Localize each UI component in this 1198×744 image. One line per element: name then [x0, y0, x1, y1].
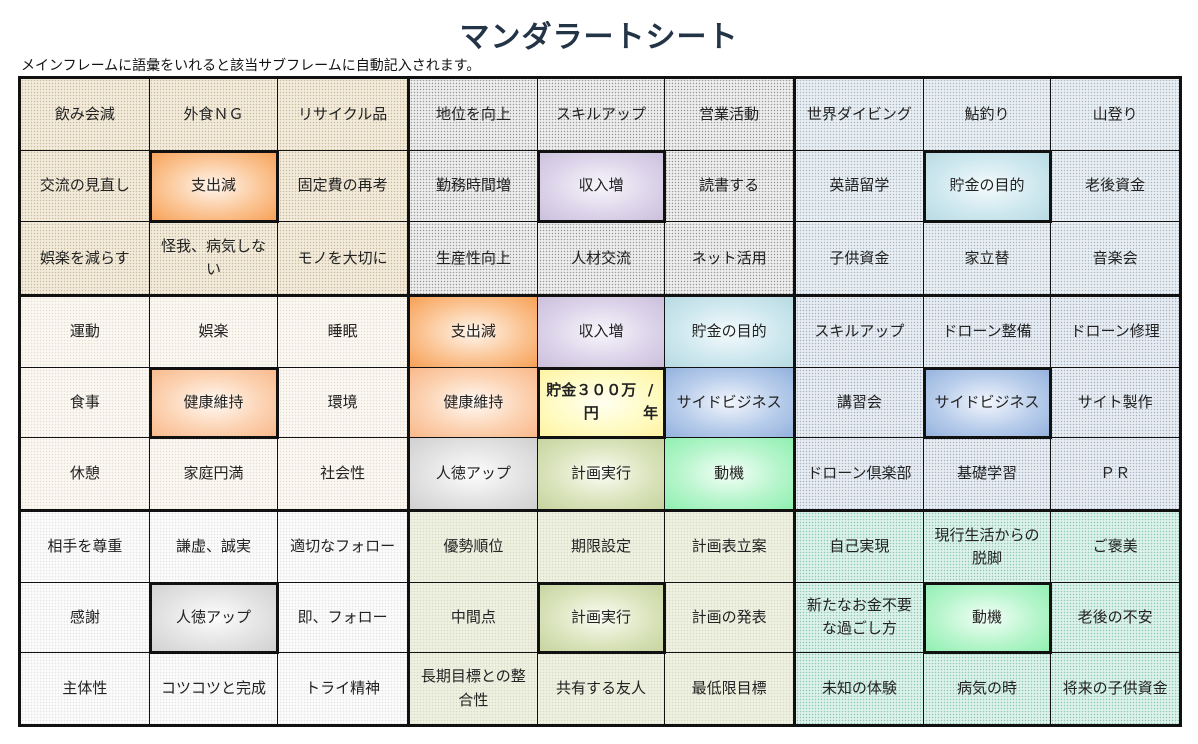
idea-cell[interactable]: 休憩 [21, 438, 150, 509]
idea-cell[interactable]: 新たなお金不要な過ごし方 [796, 582, 924, 654]
idea-cell[interactable]: 講習会 [796, 367, 924, 439]
instruction-text: メインフレームに語彙をいれると該当サブフレームに自動記入されます。 [21, 58, 481, 74]
idea-cell[interactable]: 老後の不安 [1051, 583, 1179, 654]
idea-cell[interactable]: 適切なフォロー [278, 512, 407, 583]
theme-cell[interactable]: 動機 [922, 581, 1053, 655]
idea-cell[interactable]: 生産性向上 [410, 222, 538, 294]
idea-cell[interactable]: モノを大切に [278, 222, 407, 294]
page-title: マンダラートシート [459, 20, 739, 55]
idea-cell[interactable]: 地位を向上 [410, 79, 538, 151]
idea-cell[interactable]: 怪我、病気しない [150, 222, 279, 294]
idea-cell[interactable]: 主体性 [21, 653, 150, 724]
idea-cell[interactable]: 人材交流 [538, 222, 666, 294]
idea-cell[interactable]: 子供資金 [796, 222, 924, 294]
idea-cell[interactable]: 英語留学 [796, 150, 924, 223]
idea-cell[interactable]: 優勢順位 [410, 512, 538, 583]
block-savings-purpose: 世界ダイビング 鮎釣り 山登り英語留学 貯金の目的 老後資金子供資金 家立替 音楽会 [793, 79, 1179, 294]
block-income-increase: 地位を向上 スキルアップ 営業活動勤務時間増 収入増 読書する生産性向上 人材交流 ネット活… [407, 79, 793, 294]
idea-cell[interactable]: ＰＲ [1051, 438, 1179, 509]
theme-cell[interactable]: 計画実行 [536, 581, 667, 655]
idea-cell[interactable]: 営業活動 [665, 79, 793, 151]
theme-cell[interactable]: 人徳アップ [148, 581, 280, 655]
idea-cell[interactable]: 中間点 [410, 582, 538, 654]
idea-cell[interactable]: 計画実行 [537, 438, 666, 509]
idea-cell[interactable]: 人徳アップ [410, 438, 538, 509]
idea-cell[interactable]: 動機 [665, 438, 793, 509]
idea-cell[interactable]: 健康維持 [410, 367, 538, 439]
idea-cell[interactable]: ドローン修理 [1051, 297, 1179, 368]
idea-cell[interactable]: ネット活用 [665, 222, 793, 294]
idea-cell[interactable]: サイドビジネス [665, 367, 793, 439]
idea-cell[interactable]: 収入増 [537, 297, 666, 368]
block-plan-execution: 優勢順位 期限設定 計画表立案中間点 計画実行 計画の発表長期目標との整合性 共有する友人… [407, 509, 793, 724]
idea-cell[interactable]: 貯金の目的 [665, 297, 793, 368]
idea-cell[interactable]: 現行生活からの脱脚 [923, 512, 1052, 583]
idea-cell[interactable]: 相手を尊重 [21, 512, 150, 583]
idea-cell[interactable]: 食事 [21, 367, 150, 439]
idea-cell[interactable]: コツコツと完成 [150, 653, 279, 724]
idea-cell[interactable]: 外食ＮＧ [149, 79, 279, 151]
idea-cell[interactable]: 娯楽を減らす [21, 222, 150, 294]
mandalart-grid: 飲み会減 外食ＮＧ リサイクル品 交流の見直し 支出減 固定費の再考 娯楽を減らす 怪我、病気… [18, 76, 1182, 727]
idea-cell[interactable]: スキルアップ [537, 79, 666, 151]
idea-cell[interactable]: 即、フォロー [278, 583, 407, 654]
block-main-frame: 支出減 収入増 貯金の目的健康維持 貯金３００万円/年 サイドビジネス人徳アップ 計画実行… [407, 294, 793, 509]
idea-cell[interactable]: 交流の見直し [21, 150, 150, 223]
idea-cell[interactable]: 環境 [278, 368, 407, 439]
idea-cell[interactable]: 読書する [665, 151, 793, 223]
idea-cell[interactable]: スキルアップ [796, 297, 924, 368]
block-health-maintenance: 運動 娯楽 睡眠食事 健康維持 環境休憩 家庭円満 社会性 [21, 294, 407, 509]
theme-cell[interactable]: 貯金の目的 [922, 149, 1053, 224]
idea-cell[interactable]: 共有する友人 [538, 653, 666, 724]
idea-cell[interactable]: 謙虚、誠実 [149, 512, 279, 583]
theme-cell[interactable]: 収入増 [536, 149, 667, 224]
idea-cell[interactable]: 世界ダイビング [796, 79, 924, 151]
idea-cell[interactable]: 鮎釣り [923, 79, 1052, 151]
main-goal-cell[interactable]: 貯金３００万円/年 [536, 366, 667, 440]
theme-cell[interactable]: 健康維持 [148, 366, 280, 440]
idea-cell[interactable]: 長期目標との整合性 [410, 653, 538, 724]
idea-cell[interactable]: ドローン整備 [923, 297, 1052, 368]
idea-cell[interactable]: 未知の体験 [796, 653, 924, 724]
block-motivation: 自己実現 現行生活からの脱脚 ご褒美新たなお金不要な過ごし方 動機 老後の不安未知の体験… [793, 509, 1179, 724]
block-side-business: スキルアップ ドローン整備 ドローン修理講習会 サイドビジネス サイト製作ドローン倶楽部… [793, 294, 1179, 509]
block-expense-reduction: 飲み会減 外食ＮＧ リサイクル品交流の見直し 支出減 固定費の再考娯楽を減らす 怪我、病気… [21, 79, 407, 294]
idea-cell[interactable]: サイト製作 [1051, 368, 1179, 439]
idea-cell[interactable]: 音楽会 [1051, 222, 1179, 294]
idea-cell[interactable]: トライ精神 [278, 653, 407, 724]
theme-cell[interactable]: サイドビジネス [922, 366, 1053, 440]
idea-cell[interactable]: 病気の時 [924, 653, 1052, 724]
idea-cell[interactable]: 計画表立案 [665, 512, 793, 583]
idea-cell[interactable]: ドローン倶楽部 [796, 438, 924, 509]
idea-cell[interactable]: 期限設定 [537, 512, 666, 583]
block-virtue-up: 相手を尊重 謙虚、誠実 適切なフォロー感謝 人徳アップ 即、フォロー主体性 コツコツと完成… [21, 509, 407, 724]
idea-cell[interactable]: 最低限目標 [665, 653, 793, 724]
idea-cell[interactable]: 固定費の再考 [278, 151, 407, 223]
idea-cell[interactable]: 山登り [1051, 79, 1179, 151]
idea-cell[interactable]: 勤務時間増 [410, 150, 538, 223]
idea-cell[interactable]: 社会性 [278, 438, 407, 509]
idea-cell[interactable]: ご褒美 [1051, 512, 1179, 583]
idea-cell[interactable]: 老後資金 [1051, 151, 1179, 223]
idea-cell[interactable]: 将来の子供資金 [1051, 653, 1179, 724]
idea-cell[interactable]: 運動 [21, 297, 150, 368]
idea-cell[interactable]: 家立替 [924, 222, 1052, 294]
idea-cell[interactable]: 基礎学習 [924, 438, 1052, 509]
idea-cell[interactable]: 娯楽 [149, 297, 279, 368]
idea-cell[interactable]: 自己実現 [796, 512, 924, 583]
idea-cell[interactable]: 感謝 [21, 582, 150, 654]
idea-cell[interactable]: 睡眠 [278, 297, 407, 368]
idea-cell[interactable]: 計画の発表 [665, 583, 793, 654]
idea-cell[interactable]: 飲み会減 [21, 79, 150, 151]
theme-cell[interactable]: 支出減 [148, 149, 280, 224]
idea-cell[interactable]: 支出減 [410, 297, 538, 368]
idea-cell[interactable]: リサイクル品 [278, 79, 407, 151]
idea-cell[interactable]: 家庭円満 [150, 438, 279, 509]
